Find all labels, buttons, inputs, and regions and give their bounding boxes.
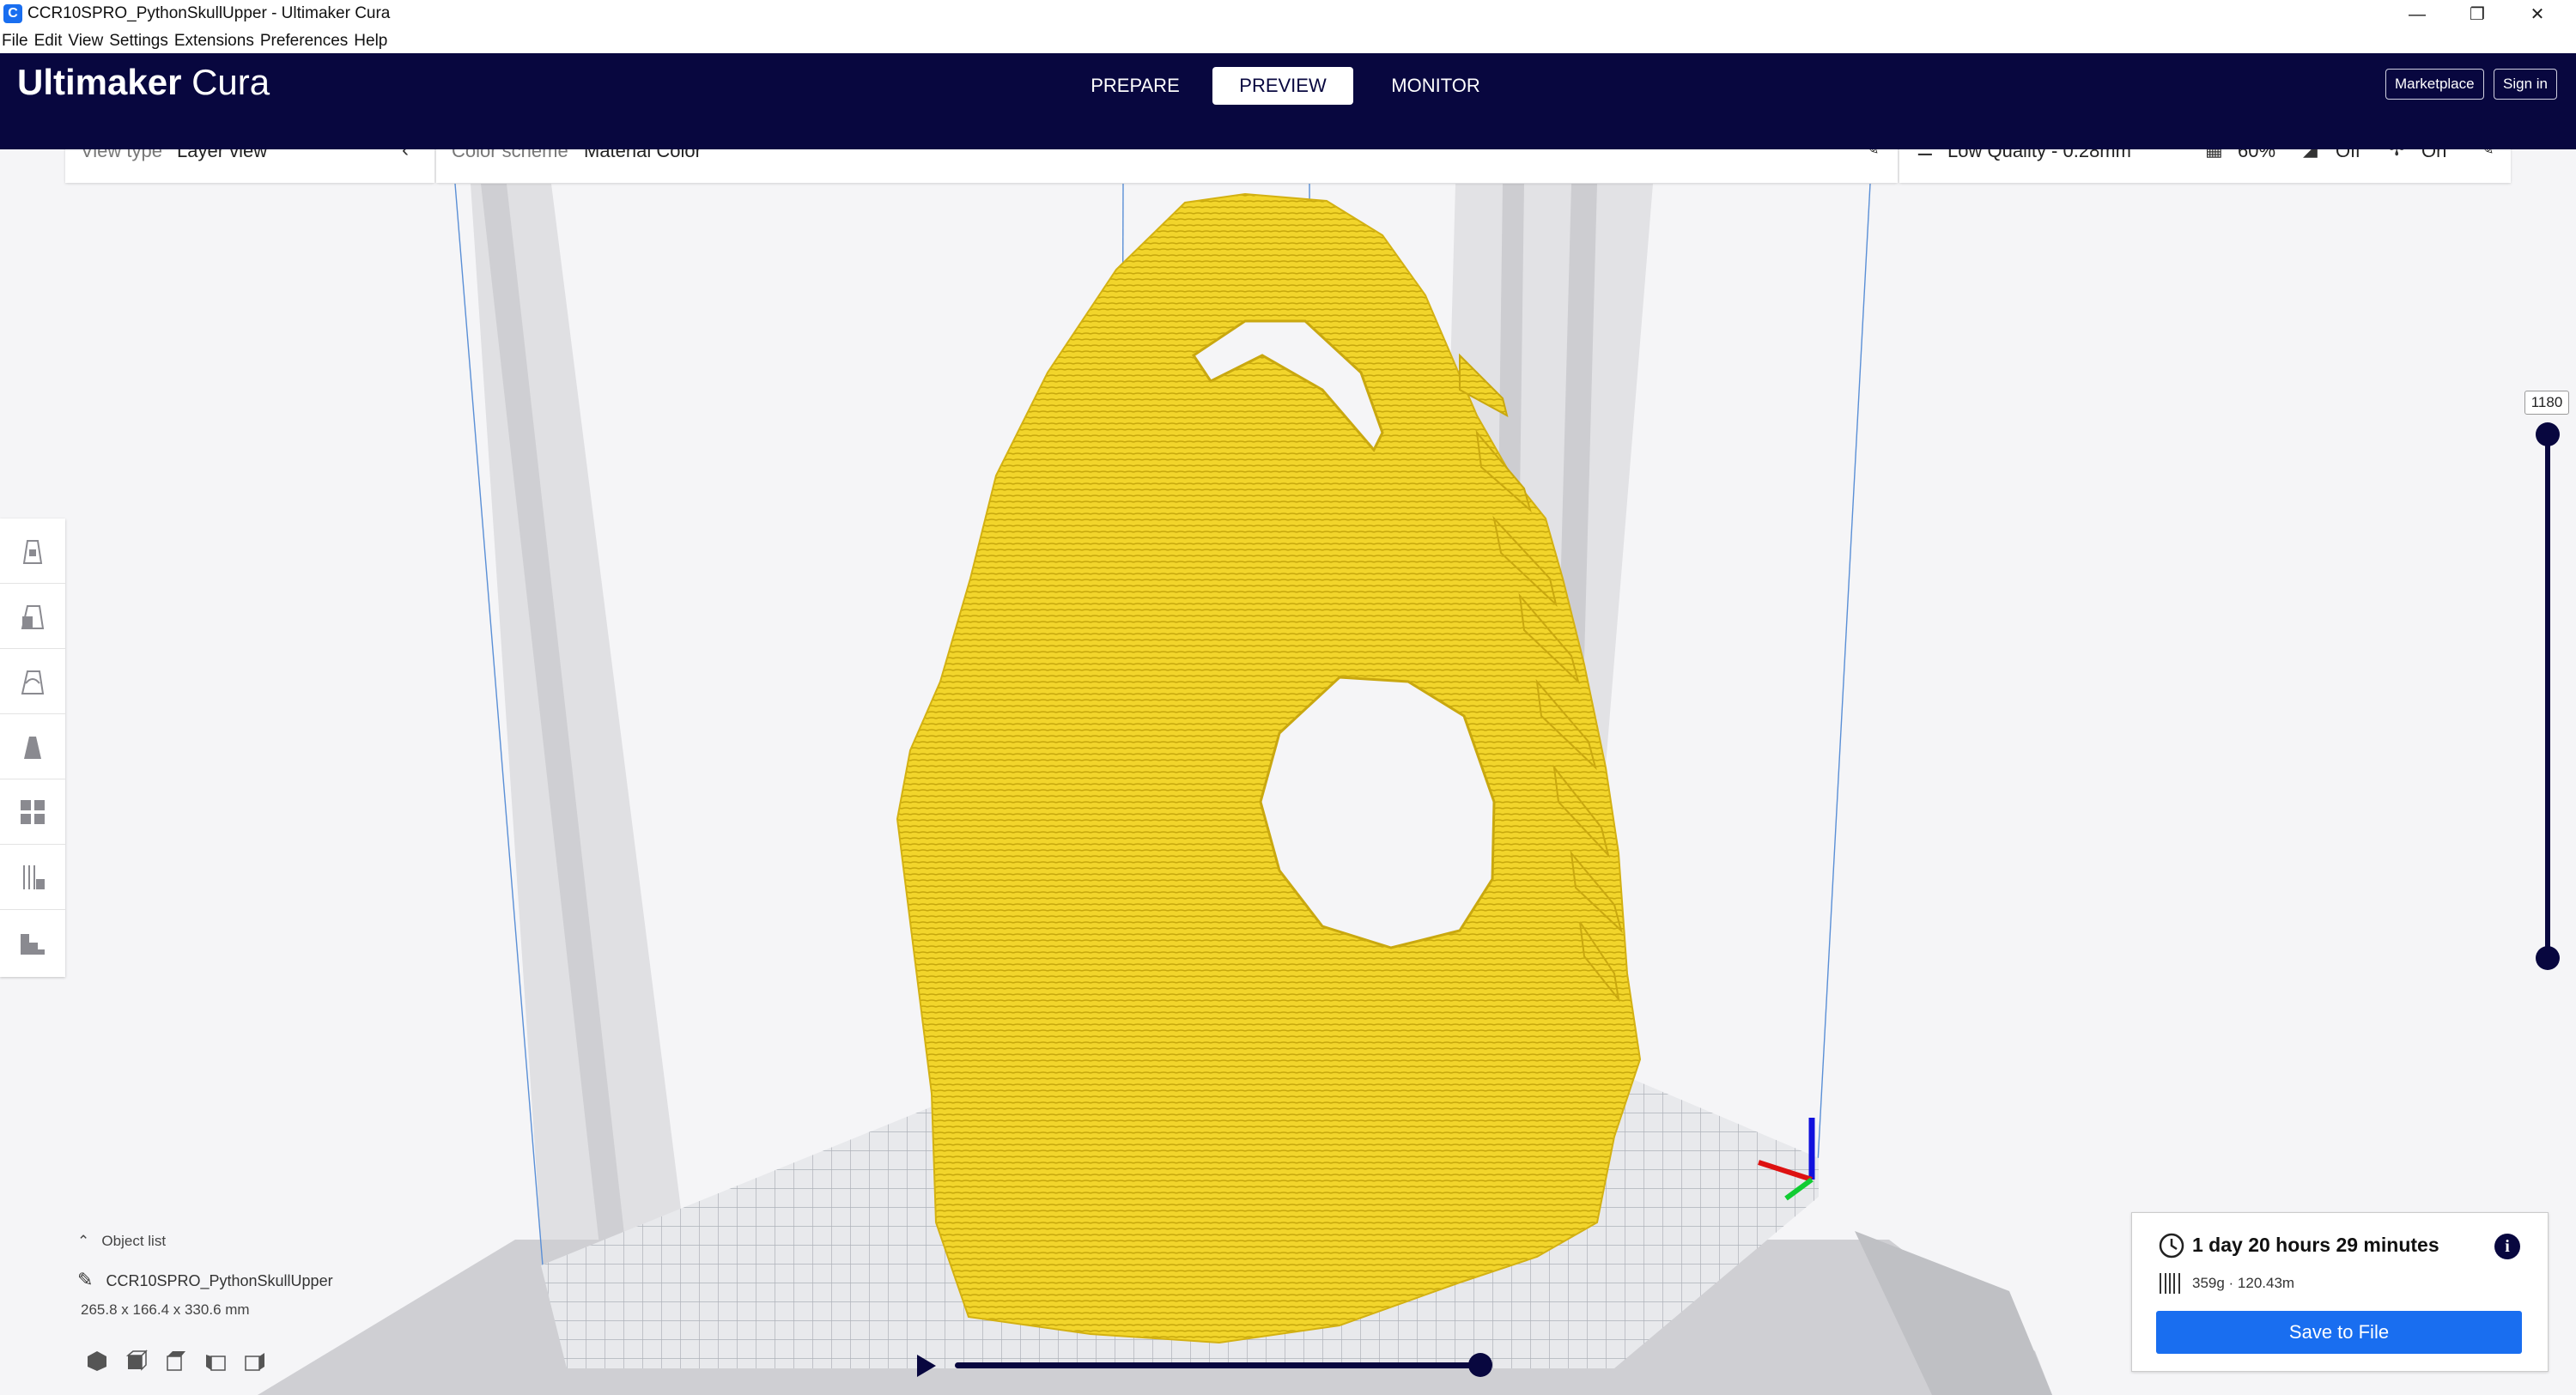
print-info-card: 1 day 20 hours 29 minutes i 359g · 120.4…	[2131, 1212, 2549, 1372]
print-settings-panel[interactable]: ☰ Low Quality - 0.28mm ▦ 60% ◢ Off ✢ On …	[1899, 149, 2511, 183]
clock-icon	[2159, 1233, 2184, 1259]
menu-settings[interactable]: Settings	[109, 29, 168, 53]
color-scheme-value[interactable]: Material Color	[584, 149, 702, 162]
mirror-tool[interactable]	[0, 714, 65, 779]
menu-bar: File Edit View Settings Extensions Prefe…	[0, 29, 2576, 53]
playback-slider-handle[interactable]	[1468, 1353, 1492, 1377]
object-name-row[interactable]: ✎ CCR10SPRO_PythonSkullUpper	[77, 1269, 333, 1291]
top-view-icon[interactable]	[165, 1350, 187, 1372]
support-icon: ◢	[2303, 149, 2318, 161]
layer-number-badge[interactable]: 1180	[2524, 391, 2569, 415]
tab-prepare[interactable]: PREPARE	[1065, 67, 1206, 105]
sign-in-button[interactable]: Sign in	[2494, 69, 2557, 100]
color-scheme-panel[interactable]: Color scheme Material Color ✎	[436, 149, 1898, 183]
close-icon[interactable]: ✕	[2507, 2, 2567, 27]
slice-stairs-tool[interactable]	[0, 910, 65, 975]
restore-icon[interactable]: ❐	[2447, 2, 2507, 27]
menu-view[interactable]: View	[68, 29, 103, 53]
marketplace-button[interactable]: Marketplace	[2385, 69, 2484, 100]
info-icon[interactable]: i	[2494, 1234, 2520, 1259]
layer-slider-top-handle[interactable]	[2536, 422, 2560, 446]
play-icon[interactable]	[917, 1355, 936, 1377]
menu-file[interactable]: File	[2, 29, 28, 53]
layer-slider-track[interactable]	[2545, 434, 2550, 960]
app-header: Ultimaker Cura PREPARE PREVIEW MONITOR M…	[0, 53, 2576, 149]
infill-icon: ▦	[2205, 149, 2223, 161]
rotate-icon	[21, 670, 45, 694]
pencil-icon[interactable]: ✎	[2480, 149, 2494, 160]
3d-view-icon[interactable]	[86, 1350, 108, 1372]
menu-extensions[interactable]: Extensions	[174, 29, 254, 53]
support-blocker-icon	[23, 865, 45, 889]
move-icon	[22, 540, 43, 564]
object-list-label: Object list	[101, 1233, 167, 1249]
build-scene	[258, 183, 2052, 1395]
view-type-label: View type	[81, 149, 162, 161]
object-name: CCR10SPRO_PythonSkullUpper	[106, 1272, 333, 1289]
menu-help[interactable]: Help	[354, 29, 387, 53]
brand-logo: Ultimaker Cura	[17, 62, 270, 102]
print-profile-value[interactable]: Low Quality - 0.28mm	[1947, 149, 2131, 162]
pencil-icon: ✎	[77, 1269, 94, 1290]
layers-profile-icon: ☰	[1917, 149, 1934, 161]
chevron-left-icon[interactable]: ‹	[402, 149, 409, 162]
scale-tool[interactable]	[0, 584, 65, 649]
per-model-settings-tool[interactable]	[0, 779, 65, 845]
move-tool[interactable]	[0, 519, 65, 584]
cura-app-icon: C	[3, 4, 22, 23]
support-value[interactable]: Off	[2336, 149, 2360, 162]
chevron-up-icon: ⌃	[77, 1233, 90, 1249]
menu-edit[interactable]: Edit	[34, 29, 63, 53]
adhesion-icon: ✢	[2389, 149, 2404, 161]
layer-slider-bottom-handle[interactable]	[2536, 946, 2560, 970]
save-to-file-button[interactable]: Save to File	[2156, 1311, 2522, 1354]
per-model-settings-icon	[21, 800, 45, 824]
material-usage: 359g · 120.43m	[2192, 1275, 2295, 1291]
minimize-icon[interactable]: —	[2387, 2, 2447, 27]
print-time: 1 day 20 hours 29 minutes	[2192, 1234, 2439, 1256]
infill-value[interactable]: 60%	[2238, 149, 2275, 162]
object-dimensions: 265.8 x 166.4 x 330.6 mm	[81, 1301, 250, 1318]
left-view-icon[interactable]	[204, 1350, 227, 1372]
view-type-value[interactable]: Layer view	[177, 149, 267, 162]
adhesion-value[interactable]: On	[2421, 149, 2446, 162]
pencil-icon[interactable]: ✎	[1865, 149, 1880, 160]
menu-preferences[interactable]: Preferences	[260, 29, 348, 53]
color-scheme-label: Color scheme	[452, 149, 568, 161]
tab-monitor[interactable]: MONITOR	[1365, 67, 1506, 105]
scale-icon	[21, 605, 45, 629]
spool-icon	[2160, 1273, 2180, 1294]
window-title: CCR10SPRO_PythonSkullUpper - Ultimaker C…	[27, 4, 391, 22]
front-view-icon[interactable]	[125, 1350, 148, 1372]
mirror-icon	[24, 737, 41, 759]
object-list-toggle[interactable]: ⌃ Object list	[77, 1233, 166, 1250]
view-type-panel[interactable]: View type Layer view ‹	[65, 149, 434, 183]
support-blocker-tool[interactable]	[0, 845, 65, 910]
tab-preview[interactable]: PREVIEW	[1212, 67, 1353, 105]
3d-viewport[interactable]: View type Layer view ‹ Color scheme Mate…	[0, 149, 2576, 1395]
window-title-bar: C CCR10SPRO_PythonSkullUpper - Ultimaker…	[0, 0, 2576, 29]
right-view-icon[interactable]	[244, 1350, 266, 1372]
stairs-icon	[21, 934, 45, 955]
rotate-tool[interactable]	[0, 649, 65, 714]
playback-slider-track[interactable]	[955, 1362, 1479, 1368]
left-toolbar	[0, 519, 65, 977]
